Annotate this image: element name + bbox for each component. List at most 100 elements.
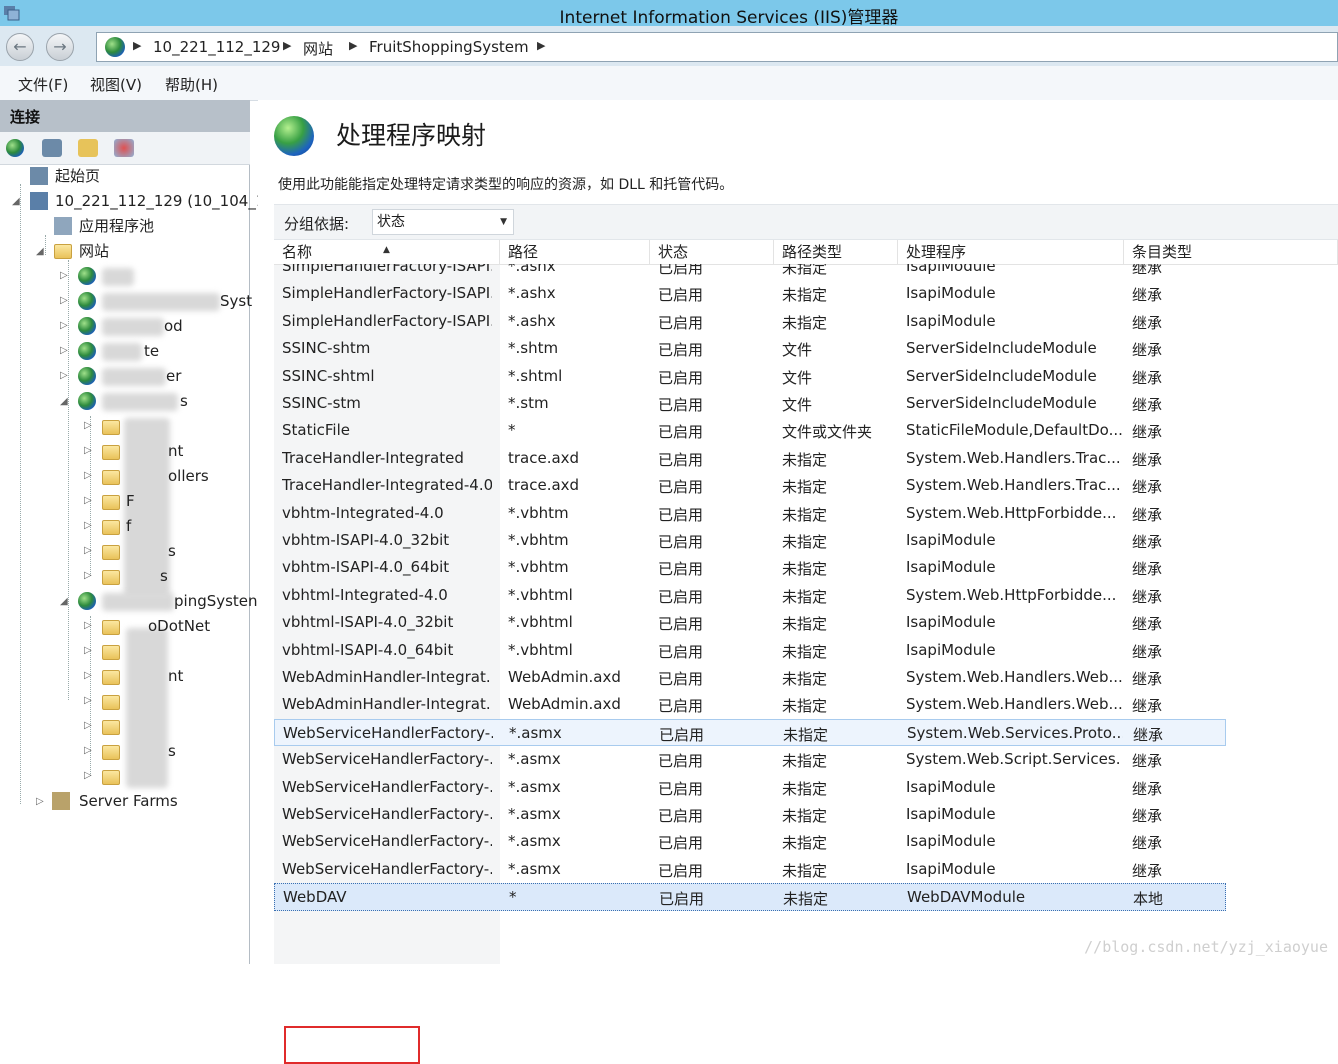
expand-icon[interactable]: ▷: [84, 695, 92, 706]
tree-app-pools[interactable]: 应用程序池: [79, 215, 154, 237]
breadcrumb-server[interactable]: 10_221_112_129: [153, 38, 280, 56]
table-row[interactable]: WebAdminHandler-Integrat... WebAdmin.axd 已…: [274, 691, 1226, 718]
table-row[interactable]: SimpleHandlerFactory-ISAPI... *.ashx 已启用 未指…: [274, 308, 1226, 335]
breadcrumb-sites[interactable]: 网站: [303, 38, 333, 59]
table-row[interactable]: TraceHandler-Integrated trace.axd 已启用 未指定 Sy…: [274, 445, 1226, 472]
expand-icon[interactable]: ▷: [60, 295, 68, 306]
table-row[interactable]: SSINC-shtml *.shtml 已启用 文件 ServerSideInclude…: [274, 363, 1226, 390]
table-cell: 已启用: [658, 779, 704, 798]
col-header-name[interactable]: 名称 ▲: [274, 240, 500, 264]
expand-icon[interactable]: ▷: [84, 770, 92, 781]
tree-folder[interactable]: nt: [168, 440, 183, 462]
collapse-icon[interactable]: ◢: [60, 596, 68, 607]
table-row[interactable]: vbhtm-ISAPI-4.0_32bit *.vbhtm 已启用 未指定 IsapiM…: [274, 527, 1226, 554]
table-row[interactable]: vbhtm-ISAPI-4.0_64bit *.vbhtm 已启用 未指定 IsapiM…: [274, 554, 1226, 581]
table-row[interactable]: SSINC-shtm *.shtm 已启用 文件 ServerSideIncludeMo…: [274, 335, 1226, 362]
tree-folder[interactable]: oDotNet: [148, 615, 210, 637]
table-cell: trace.axd: [508, 448, 580, 467]
expand-icon[interactable]: ▷: [60, 345, 68, 356]
tree-site-4[interactable]: te: [144, 340, 159, 362]
expand-icon[interactable]: ▷: [84, 545, 92, 556]
expand-icon[interactable]: ▷: [60, 320, 68, 331]
table-row[interactable]: SimpleHandlerFactory-ISAPI... *.ashx 已启用 未指…: [274, 264, 1226, 280]
tree-folder[interactable]: s: [168, 740, 176, 762]
table-row[interactable]: WebServiceHandlerFactory-... *.asmx 已启用 未指定…: [274, 746, 1226, 773]
tree-site-6[interactable]: s: [180, 390, 188, 412]
table-cell: *.vbhtml: [508, 585, 573, 604]
table-row[interactable]: WebServiceHandlerFactory-... *.asmx 已启用 未指定…: [274, 856, 1226, 883]
menu-file[interactable]: 文件(F): [18, 74, 68, 95]
tree-current-site[interactable]: pingSysten: [174, 590, 258, 612]
disconnect-icon[interactable]: [114, 139, 134, 157]
expand-icon[interactable]: ▷: [84, 520, 92, 531]
expand-icon[interactable]: ▷: [84, 470, 92, 481]
expand-icon[interactable]: ▷: [84, 445, 92, 456]
expand-icon[interactable]: ▷: [36, 796, 44, 807]
collapse-icon[interactable]: ◢: [12, 196, 20, 207]
table-row[interactable]: WebServiceHandlerFactory-... *.asmx 已启用 未指定…: [274, 801, 1226, 828]
expand-icon[interactable]: ▷: [84, 495, 92, 506]
forward-button[interactable]: →: [46, 33, 74, 61]
col-header-path[interactable]: 路径: [500, 240, 650, 264]
table-row[interactable]: vbhtml-Integrated-4.0 *.vbhtml 已启用 未指定 Syste…: [274, 582, 1226, 609]
collapse-icon[interactable]: ◢: [60, 396, 68, 407]
table-row[interactable]: WebServiceHandlerFactory-... *.asmx 已启用 未指定…: [274, 718, 1226, 747]
expand-icon[interactable]: ▷: [84, 620, 92, 631]
address-bar[interactable]: ▶ 10_221_112_129 ▶ 网站 ▶ FruitShoppingSys…: [96, 32, 1338, 62]
col-header-state[interactable]: 状态: [650, 240, 774, 264]
table-cell: vbhtm-ISAPI-4.0_32bit: [282, 531, 450, 549]
collapse-icon[interactable]: ◢: [36, 246, 44, 257]
redacted-region: [102, 293, 220, 311]
expand-icon[interactable]: ▷: [84, 720, 92, 731]
expand-icon[interactable]: ▷: [60, 270, 68, 281]
table-row[interactable]: WebDAV * 已启用 未指定 WebDAVModule 本地: [274, 883, 1226, 911]
tree-folder[interactable]: F: [126, 490, 135, 512]
table-body: SimpleHandlerFactory-ISAPI... *.ashx 已启用 未指…: [274, 264, 1226, 964]
tree-sites[interactable]: 网站: [79, 240, 109, 262]
col-header-handler[interactable]: 处理程序: [898, 240, 1124, 264]
table-row[interactable]: vbhtml-ISAPI-4.0_64bit *.vbhtml 已启用 未指定 Isap…: [274, 637, 1226, 664]
tree-site-3[interactable]: od: [164, 315, 183, 337]
table-row[interactable]: WebServiceHandlerFactory-... *.asmx 已启用 未指定…: [274, 828, 1226, 855]
tree-server[interactable]: 10_221_112_129 (10_104_14: [55, 190, 275, 212]
breadcrumb-separator-icon[interactable]: ▶: [537, 39, 545, 52]
table-cell: 继承: [1132, 834, 1163, 853]
table-row[interactable]: StaticFile * 已启用 文件或文件夹 StaticFileModule,Def…: [274, 417, 1226, 444]
tree-site-5[interactable]: er: [166, 365, 181, 387]
table-row[interactable]: vbhtml-ISAPI-4.0_32bit *.vbhtml 已启用 未指定 Isap…: [274, 609, 1226, 636]
tree-folder[interactable]: f: [126, 515, 131, 537]
table-row[interactable]: SimpleHandlerFactory-ISAPI... *.ashx 已启用 未指…: [274, 280, 1226, 307]
table-row[interactable]: WebServiceHandlerFactory-... *.asmx 已启用 未指定…: [274, 774, 1226, 801]
back-button[interactable]: ←: [6, 33, 34, 61]
table-cell: StaticFile: [282, 421, 350, 440]
tree-folder[interactable]: s: [160, 565, 168, 587]
col-header-entry-type[interactable]: 条目类型: [1124, 240, 1338, 264]
tree-site-2[interactable]: Syst: [220, 290, 252, 312]
table-row[interactable]: vbhtm-Integrated-4.0 *.vbhtm 已启用 未指定 System.…: [274, 500, 1226, 527]
col-header-path-type[interactable]: 路径类型: [774, 240, 898, 264]
table-cell: 未指定: [782, 642, 828, 661]
table-row[interactable]: WebAdminHandler-Integrat... WebAdmin.axd 已…: [274, 664, 1226, 691]
save-icon[interactable]: [42, 139, 62, 157]
table-row[interactable]: SSINC-stm *.stm 已启用 文件 ServerSideIncludeModu…: [274, 390, 1226, 417]
connect-icon[interactable]: [6, 139, 24, 157]
group-by-select[interactable]: 状态 ▼: [372, 209, 514, 235]
expand-icon[interactable]: ▷: [84, 670, 92, 681]
up-folder-icon[interactable]: [78, 139, 98, 157]
menu-view[interactable]: 视图(V): [90, 74, 142, 95]
table-cell: 文件: [782, 368, 813, 387]
menu-help[interactable]: 帮助(H): [165, 74, 218, 95]
tree-server-farms[interactable]: Server Farms: [79, 790, 178, 812]
breadcrumb-site[interactable]: FruitShoppingSystem: [369, 38, 529, 56]
expand-icon[interactable]: ▷: [84, 645, 92, 656]
table-cell: 继承: [1132, 587, 1163, 606]
expand-icon[interactable]: ▷: [84, 745, 92, 756]
table-row[interactable]: TraceHandler-Integrated-4.0 trace.axd 已启用 未…: [274, 472, 1226, 499]
expand-icon[interactable]: ▷: [84, 420, 92, 431]
tree-folder[interactable]: nt: [168, 665, 183, 687]
tree-folder[interactable]: ollers: [168, 465, 209, 487]
expand-icon[interactable]: ▷: [84, 570, 92, 581]
tree-start-page[interactable]: 起始页: [55, 165, 100, 187]
tree-folder[interactable]: s: [168, 540, 176, 562]
expand-icon[interactable]: ▷: [60, 370, 68, 381]
